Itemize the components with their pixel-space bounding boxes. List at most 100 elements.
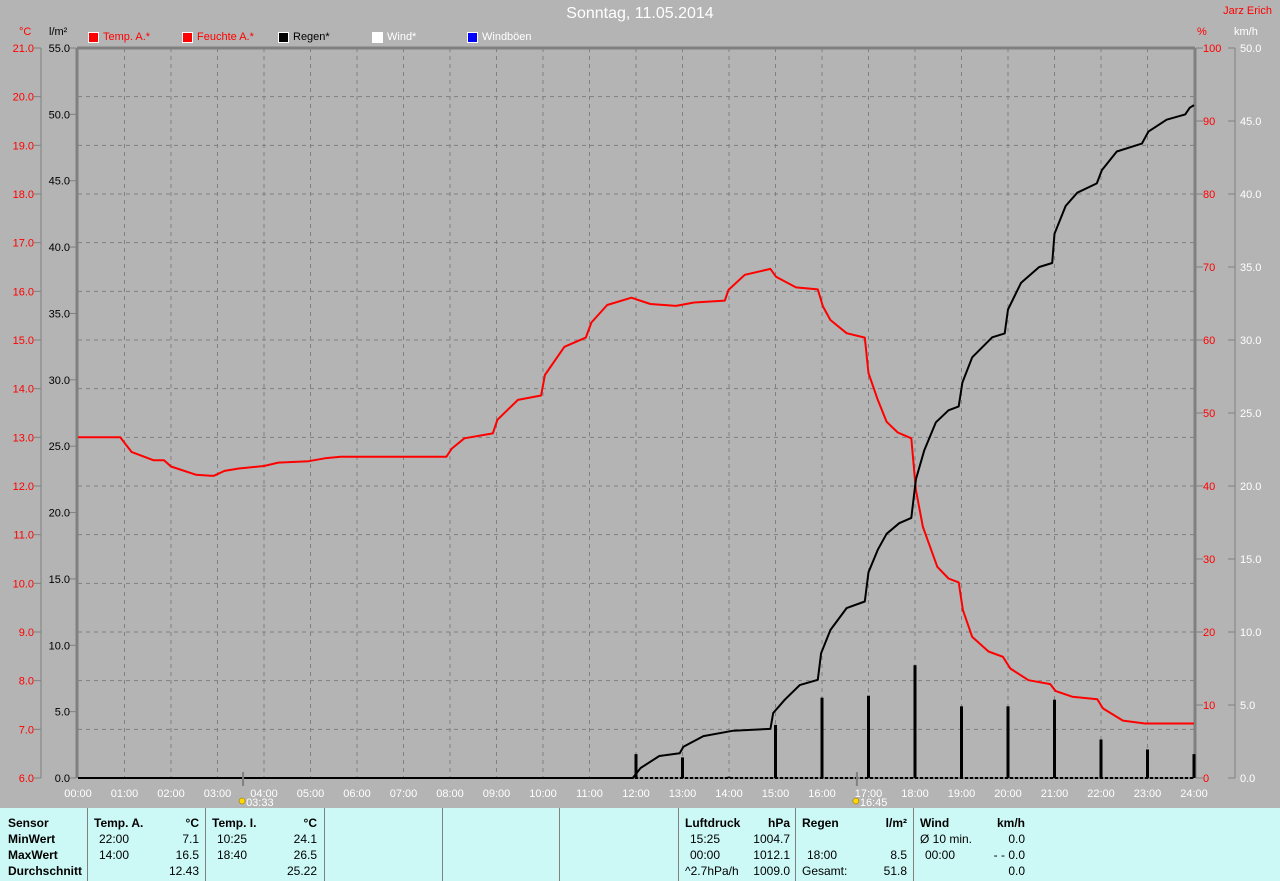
- x-tick-label: 19:00: [948, 788, 976, 800]
- sunset-time: 16:45: [860, 797, 888, 806]
- column-header: Wind: [920, 816, 950, 830]
- wind-tick-label: 35.0: [1240, 262, 1261, 274]
- wind-tick-label: 15.0: [1240, 554, 1261, 566]
- temp-tick-label: 15.0: [13, 335, 34, 347]
- humidity-tick-label: 20: [1203, 627, 1215, 639]
- rain-bar: [1192, 754, 1196, 778]
- x-tick-label: 07:00: [390, 788, 418, 800]
- rain-tick-label: 40.0: [49, 242, 70, 254]
- wind-tick-label: 40.0: [1240, 189, 1261, 201]
- wind-tick-label: 30.0: [1240, 335, 1261, 347]
- x-tick-label: 10:00: [529, 788, 557, 800]
- rain-bar: [774, 724, 777, 778]
- column-divider: [559, 808, 560, 881]
- x-tick-label: 03:00: [204, 788, 232, 800]
- row-label: MaxWert: [8, 848, 58, 862]
- temp-unit-label: °C: [19, 26, 32, 38]
- x-tick-label: 20:00: [994, 788, 1022, 800]
- cell-value: 7.1: [182, 832, 199, 846]
- temp-tick-label: 20.0: [13, 92, 34, 104]
- column-divider: [205, 808, 206, 881]
- legend-label: Temp. A.*: [103, 31, 151, 43]
- column-unit: °C: [303, 816, 317, 830]
- x-tick-label: 21:00: [1041, 788, 1069, 800]
- temp-tick-label: 9.0: [19, 627, 34, 639]
- rain-bar: [820, 697, 824, 778]
- rain-tick-label: 25.0: [49, 441, 70, 453]
- x-tick-label: 23:00: [1134, 788, 1162, 800]
- x-tick-label: 16:00: [808, 788, 836, 800]
- rain-bar: [867, 695, 870, 778]
- rain-unit-label: l/m²: [49, 26, 68, 38]
- rain-bar: [727, 776, 731, 778]
- row-label: MinWert: [8, 832, 56, 846]
- row-label: Durchschnitt: [8, 864, 83, 878]
- rain-tick-label: 35.0: [49, 308, 70, 320]
- legend-item: Regen*: [278, 31, 330, 43]
- column-divider: [913, 808, 914, 881]
- rain-tick-label: 5.0: [55, 707, 70, 719]
- wind-tick-label: 10.0: [1240, 627, 1261, 639]
- humidity-tick-label: 100: [1203, 43, 1221, 55]
- x-tick-label: 11:00: [576, 788, 603, 800]
- cell-value: 26.5: [293, 848, 317, 862]
- temp-tick-label: 6.0: [19, 773, 34, 785]
- cell-value: 51.8: [883, 864, 907, 878]
- temp-tick-label: 12.0: [13, 481, 34, 493]
- cell-value: 1009.0: [753, 864, 790, 878]
- cell-time: 18:40: [217, 848, 248, 862]
- wind-tick-label: 5.0: [1240, 700, 1255, 712]
- rain-bar: [681, 757, 684, 778]
- x-tick-label: 22:00: [1087, 788, 1115, 800]
- cell-value: 12.43: [168, 864, 199, 878]
- temp-tick-label: 19.0: [13, 140, 34, 152]
- sunset-icon: [852, 797, 860, 805]
- rain-bar: [913, 665, 917, 778]
- cell-time: 15:25: [690, 832, 721, 846]
- temp-tick-label: 8.0: [19, 676, 34, 688]
- cell-value: - - 0.0: [993, 848, 1025, 862]
- column-header: Regen: [802, 816, 839, 830]
- legend-swatch: [182, 31, 193, 43]
- sunrise-icon: [238, 797, 246, 805]
- wind-tick-label: 20.0: [1240, 481, 1261, 493]
- cell-value: 8.5: [890, 848, 907, 862]
- wind-unit-label: km/h: [1234, 26, 1258, 38]
- cell-time: 22:00: [99, 832, 130, 846]
- legend-swatch: [372, 31, 383, 43]
- x-tick-label: 24:00: [1180, 788, 1208, 800]
- temp-tick-label: 11.0: [13, 530, 34, 542]
- legend-item: Windböen: [467, 31, 532, 43]
- humidity-unit-label: %: [1197, 26, 1207, 38]
- column-divider: [87, 808, 88, 881]
- x-tick-label: 13:00: [669, 788, 697, 800]
- x-tick-label: 15:00: [762, 788, 790, 800]
- rain-tick-label: 45.0: [49, 176, 70, 188]
- x-tick-label: 09:00: [483, 788, 511, 800]
- temp-tick-label: 13.0: [13, 432, 34, 444]
- legend-swatch: [467, 31, 478, 43]
- legend-item: Feuchte A.*: [182, 31, 254, 43]
- wind-tick-label: 25.0: [1240, 408, 1261, 420]
- column-divider: [442, 808, 443, 881]
- column-divider: [324, 808, 325, 881]
- humidity-tick-label: 80: [1203, 189, 1215, 201]
- x-tick-label: 08:00: [436, 788, 464, 800]
- rain-bar: [1053, 699, 1056, 778]
- humidity-tick-label: 50: [1203, 408, 1215, 420]
- rain-bar: [1099, 739, 1103, 778]
- temp-tick-label: 10.0: [13, 578, 34, 590]
- temp-tick-label: 16.0: [13, 286, 34, 298]
- rain-tick-label: 20.0: [49, 508, 70, 520]
- rain-tick-label: 55.0: [49, 43, 70, 55]
- legend-label: Feuchte A.*: [197, 31, 254, 43]
- rain-tick-label: 30.0: [49, 375, 70, 387]
- legend-swatch: [278, 31, 289, 43]
- wind-tick-label: 45.0: [1240, 116, 1261, 128]
- temp-tick-label: 17.0: [13, 238, 34, 250]
- cell-time: 10:25: [217, 832, 248, 846]
- temp-tick-label: 7.0: [19, 724, 34, 736]
- humidity-tick-label: 40: [1203, 481, 1215, 493]
- legend-label: Windböen: [482, 31, 532, 43]
- chart-title: Sonntag, 11.05.2014: [566, 5, 714, 22]
